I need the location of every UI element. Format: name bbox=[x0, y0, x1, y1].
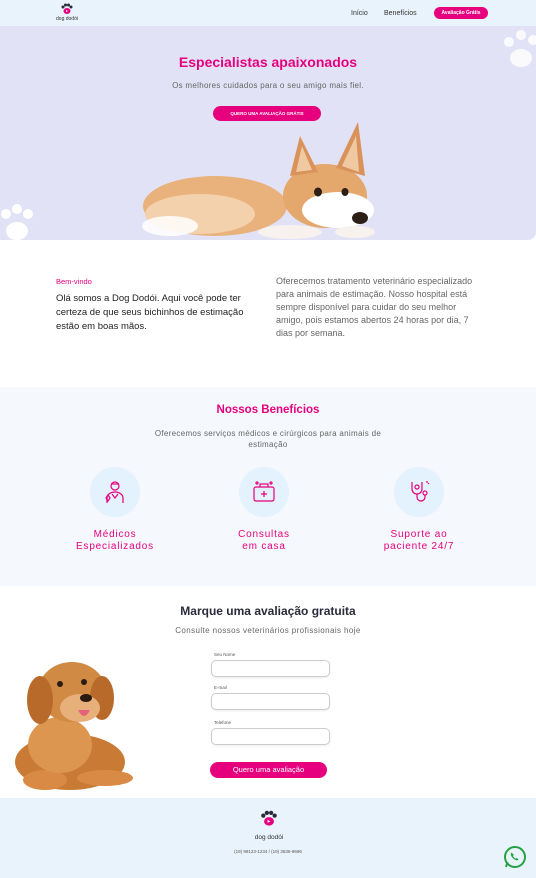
benefit-label: Médicos Especializados bbox=[76, 529, 154, 552]
name-field[interactable] bbox=[211, 660, 330, 677]
phone-field[interactable] bbox=[211, 728, 330, 745]
form-subtitle: Consulte nossos veterinários profissiona… bbox=[175, 626, 361, 635]
benefit-item: Consultas em casa bbox=[209, 467, 319, 553]
benefit-item: Suporte ao paciente 24/7 bbox=[364, 467, 474, 553]
whatsapp-icon[interactable] bbox=[503, 845, 527, 869]
footer-logo-text: dog dodói bbox=[254, 834, 284, 841]
email-field[interactable] bbox=[211, 693, 330, 710]
benefits-section: Nossos Benefícios Oferecemos serviços mé… bbox=[0, 387, 536, 586]
nav-link-inicio[interactable]: Início bbox=[351, 10, 368, 17]
hero-subtitle: Os melhores cuidados para o seu amigo ma… bbox=[172, 81, 364, 90]
form-title: Marque uma avaliação gratuita bbox=[180, 604, 356, 618]
logo-text: dog dodói bbox=[56, 16, 78, 22]
benefits-subtitle: Oferecemos serviços médicos e cirúrgicos… bbox=[154, 429, 382, 449]
paw-logo-icon bbox=[61, 3, 73, 14]
hero-section: Especialistas apaixonados Os melhores cu… bbox=[0, 26, 536, 240]
nav-cta-button[interactable]: Avaliação Grátis bbox=[434, 7, 488, 19]
nav-link-beneficios[interactable]: Benefícios bbox=[384, 10, 417, 17]
phone-label: Telefone bbox=[214, 720, 232, 725]
medical-kit-icon bbox=[253, 481, 275, 502]
benefits-title: Nossos Benefícios bbox=[216, 404, 320, 416]
hero-title: Especialistas apaixonados bbox=[178, 54, 358, 70]
welcome-description: Oferecemos tratamento veterinário especi… bbox=[276, 276, 473, 338]
top-nav: dog dodói Início Benefícios Avaliação Gr… bbox=[0, 0, 536, 26]
footer-phones: (19) 99123-1234 / (19) 3636-9696 bbox=[234, 849, 302, 854]
corgi-image bbox=[142, 122, 375, 239]
paw-logo-icon bbox=[261, 810, 277, 826]
paw-decoration-icon bbox=[1, 204, 33, 240]
footer-logo[interactable]: dog dodói bbox=[252, 810, 286, 841]
welcome-tag: Bem-vindo bbox=[56, 277, 92, 286]
name-label: Seu Nome bbox=[214, 652, 236, 657]
golden-retriever-image bbox=[15, 662, 133, 790]
footer: dog dodói (19) 99123-1234 / (19) 3636-96… bbox=[0, 798, 536, 878]
welcome-text: Olá somos a Dog Dodói. Aqui você pode te… bbox=[56, 293, 244, 332]
email-label: E-mail bbox=[214, 685, 227, 690]
submit-button[interactable]: Quero uma avaliação bbox=[210, 762, 327, 778]
stethoscope-icon bbox=[411, 481, 430, 502]
benefit-label: Consultas em casa bbox=[238, 529, 290, 552]
vet-doctor-icon bbox=[105, 481, 124, 503]
benefit-label: Suporte ao paciente 24/7 bbox=[383, 529, 455, 552]
benefit-item: Médicos Especializados bbox=[60, 467, 170, 553]
logo[interactable]: dog dodói bbox=[54, 3, 80, 22]
